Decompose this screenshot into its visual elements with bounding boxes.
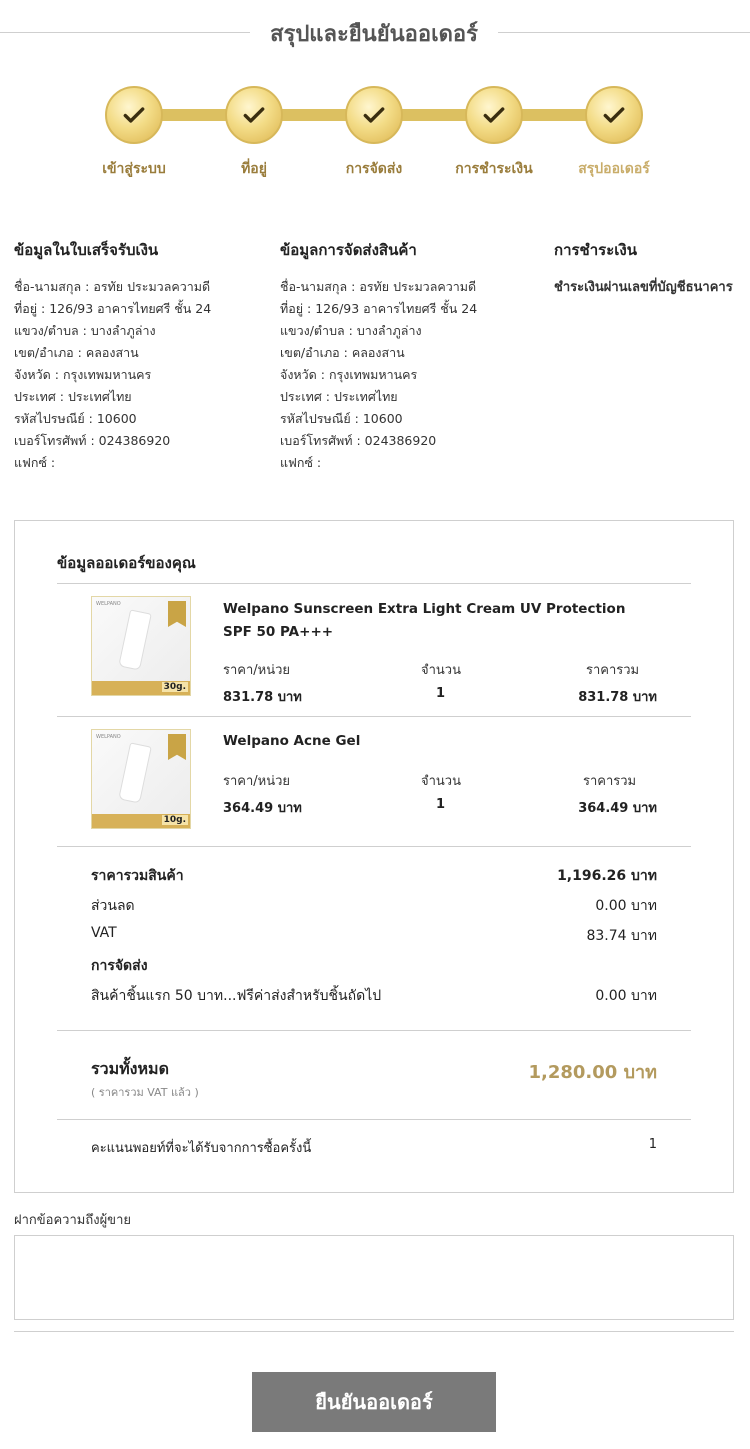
shipping-info: ข้อมูลการจัดส่งสินค้า ชื่อ-นามสกุล : อรท… [280,238,477,474]
line-total: 364.49 บาท [578,801,657,816]
col-price-header: ราคา/หน่วย [223,663,291,678]
billing-row: รหัสไปรษณีย์ : 10600 [14,411,137,426]
shipping-desc: สินค้าชิ้นแรก 50 บาท...ฟรีค่าส่งสำหรับชิ… [91,988,382,1004]
unit-price: 364.49 บาท [223,801,302,816]
billing-row: ที่อยู่ : 126/93 อาคารไทยศรี ชั้น 24 [14,301,212,316]
divider [498,32,750,33]
step-address: ที่อยู่ [184,86,324,180]
divider [57,1119,691,1120]
shipping-row: จังหวัด : กรุงเทพมหานคร [280,367,418,382]
subtotal-value: 1,196.26 บาท [557,868,657,884]
shipping-row: เบอร์โทรศัพท์ : 024386920 [280,433,437,448]
col-qty-header: จำนวน [421,774,461,789]
total-label: รวมทั้งหมด [91,1059,169,1078]
step-payment: การชำระเงิน [424,86,564,180]
quantity: 1 [436,686,446,701]
quantity: 1 [436,797,446,812]
col-qty-header: จำนวน [421,663,461,678]
payment-title: การชำระเงิน [554,241,637,259]
divider [57,846,691,847]
page-header: สรุปและยืนยันออเดอร์ [0,14,750,50]
billing-row: แขวง/ตำบล : บางลำภูล่าง [14,323,156,338]
payment-info: การชำระเงิน ชำระเงินผ่านเลขที่บัญชีธนาคา… [554,238,733,297]
discount-label: ส่วนลด [91,898,135,914]
payment-method: ชำระเงินผ่านเลขที่บัญชีธนาคาร [554,280,733,295]
order-title: ข้อมูลออเดอร์ของคุณ [57,554,196,572]
divider [14,1331,734,1332]
check-icon [225,86,283,144]
product-name[interactable]: Welpano Acne Gel [223,730,643,753]
order-item: WELPANO 10g. Welpano Acne Gel ราคา/หน่วย… [57,716,691,846]
shipping-row: ที่อยู่ : 126/93 อาคารไทยศรี ชั้น 24 [280,301,478,316]
order-item: WELPANO 30g. Welpano Sunscreen Extra Lig… [57,583,691,716]
points-label: คะแนนพอยท์ที่จะได้รับจากการซื้อครั้งนี้ [91,1141,312,1156]
checkout-stepper: เข้าสู่ระบบ ที่อยู่ การจัดส่ง การชำระเงิ… [0,86,750,186]
divider [0,32,250,33]
step-label: การชำระเงิน [455,161,533,177]
step-label: เข้าสู่ระบบ [102,161,166,177]
shipping-row: เขต/อำเภอ : คลองสาน [280,345,405,360]
billing-info: ข้อมูลในใบเสร็จรับเงิน ชื่อ-นามสกุล : อร… [14,238,211,474]
subtotal-row: ราคารวมสินค้า 1,196.26 บาท [91,865,657,889]
vat-row: VAT 83.74 บาท [91,925,657,949]
product-name[interactable]: Welpano Sunscreen Extra Light Cream UV P… [223,598,643,644]
step-label: การจัดส่ง [345,161,403,177]
billing-title: ข้อมูลในใบเสร็จรับเงิน [14,241,159,259]
check-icon [585,86,643,144]
line-total: 831.78 บาท [578,690,657,705]
vat-value: 83.74 บาท [586,928,657,944]
col-total-header: ราคารวม [586,663,640,678]
message-input[interactable] [14,1235,734,1320]
billing-row: จังหวัด : กรุงเทพมหานคร [14,367,152,382]
message-label: ฝากข้อความถึงผู้ขาย [14,1213,131,1228]
step-login: เข้าสู่ระบบ [64,86,204,180]
billing-row: เขต/อำเภอ : คลองสาน [14,345,139,360]
check-icon [105,86,163,144]
check-icon [465,86,523,144]
col-price-header: ราคา/หน่วย [223,774,291,789]
total-note: ( ราคารวม VAT แล้ว ) [91,1086,199,1099]
step-label: สรุปออเดอร์ [578,161,650,177]
shipping-row: รหัสไปรษณีย์ : 10600 [280,411,403,426]
product-size: 10g. [161,815,188,825]
step-summary: สรุปออเดอร์ [544,86,684,180]
shipping-row: แขวง/ตำบล : บางลำภูล่าง [280,323,422,338]
billing-row: ประเทศ : ประเทศไทย [14,389,132,404]
col-total-header: ราคารวม [583,774,637,789]
shipping-label: การจัดส่ง [91,958,148,974]
step-label: ที่อยู่ [241,161,267,177]
subtotal-label: ราคารวมสินค้า [91,868,184,884]
shipping-row: ชื่อ-นามสกุล : อรทัย ประมวลความดี [280,279,477,294]
order-summary-box: ข้อมูลออเดอร์ของคุณ WELPANO 30g. Welpano… [14,520,734,1193]
shipping-heading-row: การจัดส่ง [91,955,657,979]
shipping-row: ประเทศ : ประเทศไทย [280,389,398,404]
vat-label: VAT [91,925,117,941]
divider [57,1030,691,1031]
product-size: 30g. [161,682,188,692]
unit-price: 831.78 บาท [223,690,302,705]
step-shipping: การจัดส่ง [304,86,444,180]
shipping-row: สินค้าชิ้นแรก 50 บาท...ฟรีค่าส่งสำหรับชิ… [91,985,657,1009]
discount-row: ส่วนลด 0.00 บาท [91,895,657,919]
total-value: 1,280.00 บาท [528,1062,658,1083]
product-image[interactable]: WELPANO 10g. [91,729,191,829]
shipping-row: แฟกซ์ : [280,455,322,470]
discount-value: 0.00 บาท [595,898,657,914]
billing-row: เบอร์โทรศัพท์ : 024386920 [14,433,171,448]
shipping-value: 0.00 บาท [595,988,657,1004]
points-row: คะแนนพอยท์ที่จะได้รับจากการซื้อครั้งนี้ … [91,1137,657,1161]
shipping-title: ข้อมูลการจัดส่งสินค้า [280,241,417,259]
check-icon [345,86,403,144]
billing-row: ชื่อ-นามสกุล : อรทัย ประมวลความดี [14,279,211,294]
points-value: 1 [648,1137,657,1152]
billing-row: แฟกซ์ : [14,455,56,470]
product-image[interactable]: WELPANO 30g. [91,596,191,696]
confirm-order-button[interactable]: ยืนยันออเดอร์ [252,1372,496,1432]
page-title: สรุปและยืนยันออเดอร์ [270,22,478,47]
